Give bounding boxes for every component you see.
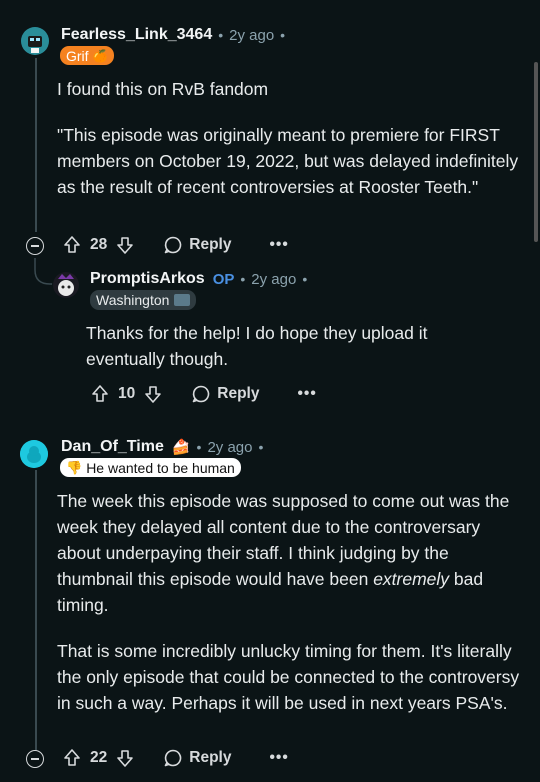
avatar[interactable]: [21, 27, 49, 55]
avatar[interactable]: [52, 271, 80, 299]
separator-dot: •: [258, 439, 264, 455]
comment-paragraph: The week this episode was supposed to co…: [57, 488, 527, 618]
timestamp: 2y ago: [207, 438, 253, 456]
username[interactable]: Fearless_Link_3464: [61, 26, 212, 44]
comment-body: The week this episode was supposed to co…: [57, 488, 527, 716]
timestamp: 2y ago: [251, 270, 297, 288]
scrollbar[interactable]: [534, 62, 538, 242]
flair-emoji-icon: 👎: [66, 459, 83, 475]
chat-bubble-icon: [164, 749, 182, 767]
cake-icon: 🍰: [171, 439, 191, 456]
flair-label: Washington: [96, 292, 170, 308]
chat-bubble-icon: [164, 236, 182, 254]
flair-emoji-icon: 🍊: [92, 48, 108, 63]
chat-bubble-icon: [192, 385, 210, 403]
snoo-avatar-icon: [20, 440, 48, 468]
user-flair: 👎 He wanted to be human: [60, 458, 241, 477]
more-options-icon[interactable]: •••: [269, 236, 288, 254]
comment-paragraph: "This episode was originally meant to pr…: [57, 125, 519, 197]
reply-label: Reply: [217, 385, 260, 402]
reply-button[interactable]: Reply: [163, 235, 231, 255]
upvote-icon[interactable]: [62, 235, 82, 255]
upvote-icon[interactable]: [62, 748, 82, 768]
username[interactable]: PromptisArkos: [90, 270, 205, 288]
character-avatar-icon: [53, 272, 79, 298]
flair-label: He wanted to be human: [86, 459, 235, 476]
vote-count: 22: [90, 749, 108, 766]
reply-button[interactable]: Reply: [163, 748, 231, 768]
reply-label: Reply: [189, 236, 232, 253]
more-options-icon[interactable]: •••: [297, 385, 316, 403]
vote-count: 28: [90, 236, 108, 253]
comment-paragraph: Thanks for the help! I do hope they uplo…: [86, 323, 428, 369]
emphasis-text: extremely: [373, 569, 450, 589]
user-flair: Grif 🍊: [60, 46, 114, 65]
username[interactable]: Dan_Of_Time: [61, 438, 164, 456]
comment-body: Thanks for the help! I do hope they uplo…: [86, 320, 506, 372]
separator-dot: •: [218, 27, 224, 43]
reply-label: Reply: [189, 749, 232, 766]
op-badge: OP: [212, 270, 235, 288]
comment-paragraph: That is some incredibly unlucky timing f…: [57, 641, 520, 713]
downvote-icon[interactable]: [143, 384, 163, 404]
downvote-icon[interactable]: [115, 748, 135, 768]
reply-button[interactable]: Reply: [191, 384, 259, 404]
upvote-icon[interactable]: [90, 384, 110, 404]
flair-label: Grif: [66, 47, 89, 64]
separator-dot: •: [280, 27, 286, 43]
comment-paragraph: I found this on RvB fandom: [57, 79, 269, 99]
user-flair: Washington: [90, 290, 197, 310]
comment-body: I found this on RvB fandom "This episode…: [57, 76, 527, 200]
collapse-button[interactable]: [26, 750, 44, 768]
separator-dot: •: [196, 439, 202, 455]
flair-emoji-icon: [174, 294, 191, 306]
separator-dot: •: [240, 271, 246, 287]
separator-dot: •: [302, 271, 308, 287]
robot-avatar-icon: [21, 27, 49, 55]
downvote-icon[interactable]: [115, 235, 135, 255]
timestamp: 2y ago: [229, 26, 275, 44]
thread-line[interactable]: [35, 470, 37, 750]
avatar[interactable]: [20, 440, 48, 468]
thread-line[interactable]: [35, 58, 37, 232]
vote-count: 10: [118, 385, 136, 402]
more-options-icon[interactable]: •••: [269, 749, 288, 767]
collapse-button[interactable]: [26, 237, 44, 255]
